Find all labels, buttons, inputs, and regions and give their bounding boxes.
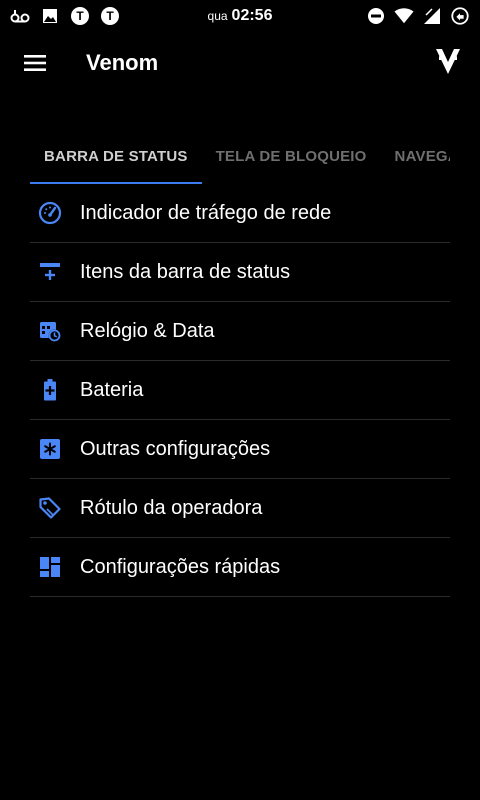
list-item-battery[interactable]: Bateria <box>30 361 450 420</box>
dashboard-tiles-icon <box>38 555 62 579</box>
status-bar-items-icon <box>38 260 62 284</box>
wifi-icon <box>394 6 414 26</box>
list-item-quick-settings[interactable]: Configurações rápidas <box>30 538 450 597</box>
list-item-other-settings[interactable]: Outras configurações <box>30 420 450 479</box>
settings-list: Indicador de tráfego de rede Itens da ba… <box>30 184 450 597</box>
list-item-status-bar-items[interactable]: Itens da barra de status <box>30 243 450 302</box>
list-item-label: Relógio & Data <box>80 319 215 342</box>
speedometer-icon <box>38 201 62 225</box>
asterisk-box-icon <box>38 437 62 461</box>
list-item-label: Configurações rápidas <box>80 555 281 578</box>
menu-button[interactable] <box>18 46 52 80</box>
status-bar: T T qua 02:56 <box>0 0 480 32</box>
list-item-label: Bateria <box>80 378 144 401</box>
venom-logo-icon <box>436 49 460 74</box>
list-item-clock-date[interactable]: Relógio & Data <box>30 302 450 361</box>
list-item-carrier-label[interactable]: Rótulo da operadora <box>30 479 450 538</box>
app-t-icon: T <box>100 6 120 26</box>
status-bar-time: 02:56 <box>231 7 273 24</box>
label-tag-icon <box>38 496 62 520</box>
status-bar-day: qua <box>207 9 228 23</box>
list-item-label: Indicador de tráfego de rede <box>80 201 332 224</box>
status-bar-notifications: T T <box>0 6 120 26</box>
signal-icon <box>422 6 442 26</box>
list-item-label: Rótulo da operadora <box>80 496 263 519</box>
tab-tela-de-bloqueio[interactable]: TELA DE BLOQUEIO <box>202 128 381 184</box>
tab-barra-de-status[interactable]: BARRA DE STATUS <box>30 128 202 184</box>
list-item-label: Itens da barra de status <box>80 260 291 283</box>
page-title: Venom <box>86 50 159 75</box>
app-t-icon: T <box>70 6 90 26</box>
tab-bar: BARRA DE STATUS TELA DE BLOQUEIO NAVEGAÇ <box>30 128 450 184</box>
list-item-label: Outras configurações <box>80 437 271 460</box>
app-toolbar: Venom <box>0 32 480 94</box>
voicemail-icon <box>10 6 30 26</box>
list-item-network-traffic[interactable]: Indicador de tráfego de rede <box>30 184 450 243</box>
tab-navegacao[interactable]: NAVEGAÇ <box>381 128 450 184</box>
venom-logo-button[interactable] <box>434 46 462 78</box>
do-not-disturb-icon <box>366 6 386 26</box>
image-icon <box>40 6 60 26</box>
battery-plus-icon <box>38 378 62 402</box>
battery-icon <box>450 6 470 26</box>
calendar-clock-icon <box>38 319 62 343</box>
hamburger-menu-icon <box>24 55 46 71</box>
status-bar-system-icons <box>366 6 480 26</box>
